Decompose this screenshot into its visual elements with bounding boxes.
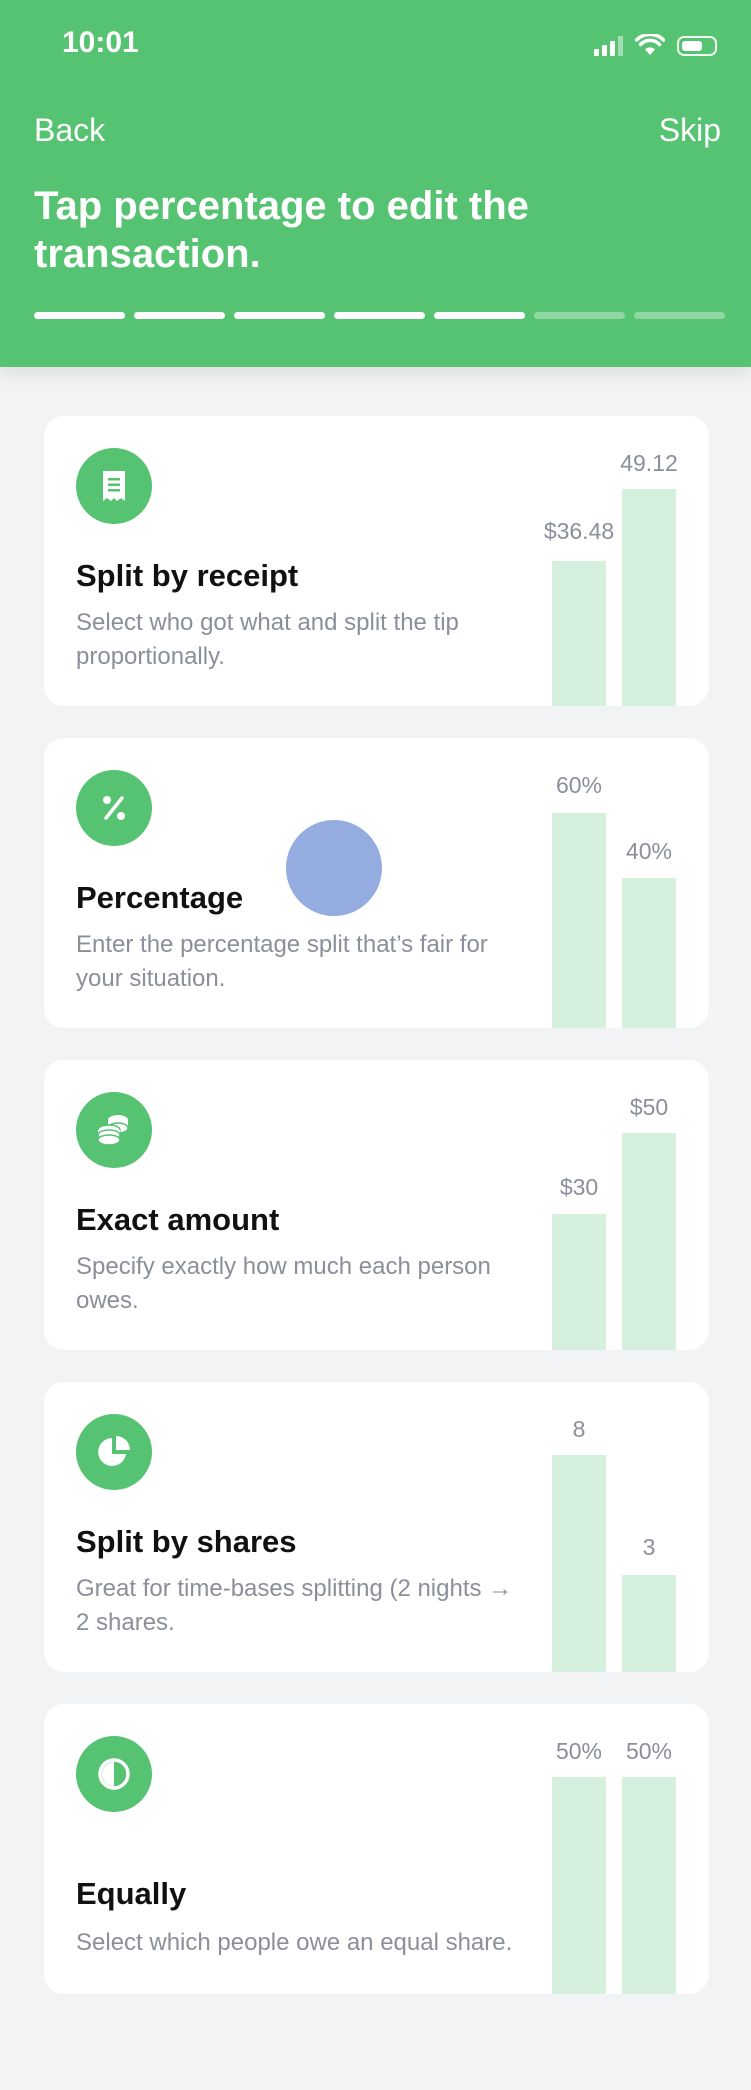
- page-title: Tap percentage to edit the transaction.: [34, 184, 529, 276]
- option-equally[interactable]: Equally Select which people owe an equal…: [44, 1704, 709, 1994]
- bar-label: $36.48: [543, 518, 615, 544]
- status-time: 10:01: [62, 26, 139, 59]
- bar-label: $30: [559, 1174, 599, 1200]
- progress-segment: [234, 312, 325, 319]
- option-description: Enter the percentage split that’s fair f…: [76, 931, 488, 992]
- option-split-by-shares[interactable]: Split by shares Great for time-bases spl…: [44, 1382, 709, 1672]
- status-icons: [594, 34, 717, 56]
- cellular-signal-icon: [594, 36, 623, 56]
- progress-segment: [134, 312, 225, 319]
- progress-segment: [434, 312, 525, 319]
- chart-bar: [552, 1777, 606, 1994]
- option-description: Specify exactly how much each person owe…: [76, 1253, 491, 1314]
- bar-label: 3: [642, 1534, 656, 1560]
- skip-button[interactable]: Skip: [659, 112, 721, 149]
- progress-segment: [634, 312, 725, 319]
- chart-bar: [622, 878, 676, 1028]
- progress-segment: [534, 312, 625, 319]
- chart-bar: [552, 561, 606, 706]
- option-title: Split by receipt: [76, 558, 299, 593]
- option-title: Percentage: [76, 880, 244, 915]
- option-description: Great for time-bases splitting (2 nights…: [76, 1575, 513, 1636]
- option-description: Select which people owe an equal share.: [76, 1929, 513, 1956]
- coins-icon: [76, 1092, 152, 1168]
- chart-bar: [552, 1455, 606, 1672]
- bar-label: 49.12: [620, 450, 678, 476]
- chart-bar: [622, 1777, 676, 1994]
- progress-segment: [334, 312, 425, 319]
- bar-label: 50%: [625, 1738, 673, 1764]
- receipt-icon: [76, 448, 152, 524]
- back-button[interactable]: Back: [34, 112, 105, 149]
- bar-label: 8: [572, 1416, 586, 1442]
- wifi-icon: [635, 34, 665, 55]
- bar-label: $50: [629, 1094, 669, 1120]
- chart-bar: [622, 1133, 676, 1350]
- option-split-by-receipt[interactable]: Split by receipt Select who got what and…: [44, 416, 709, 706]
- chart-bar: [622, 489, 676, 706]
- chart-bar: [552, 813, 606, 1028]
- option-title: Equally: [76, 1876, 187, 1911]
- chart-bar: [622, 1575, 676, 1672]
- bar-label: 60%: [555, 772, 603, 798]
- half-circle-icon: [76, 1736, 152, 1812]
- option-title: Exact amount: [76, 1202, 280, 1237]
- battery-icon: [677, 36, 717, 56]
- bar-label: 40%: [625, 838, 673, 864]
- option-title: Split by shares: [76, 1524, 297, 1559]
- header: 10:01 Back Skip Tap percentage to edit t…: [0, 0, 751, 367]
- option-description: Select who got what and split the tip pr…: [76, 609, 459, 670]
- option-exact-amount[interactable]: Exact amount Specify exactly how much ea…: [44, 1060, 709, 1350]
- percent-icon: [76, 770, 152, 846]
- progress-segment: [34, 312, 125, 319]
- progress-indicator: [34, 312, 725, 319]
- pie-chart-icon: [76, 1414, 152, 1490]
- touch-indicator: [286, 820, 382, 916]
- chart-bar: [552, 1214, 606, 1350]
